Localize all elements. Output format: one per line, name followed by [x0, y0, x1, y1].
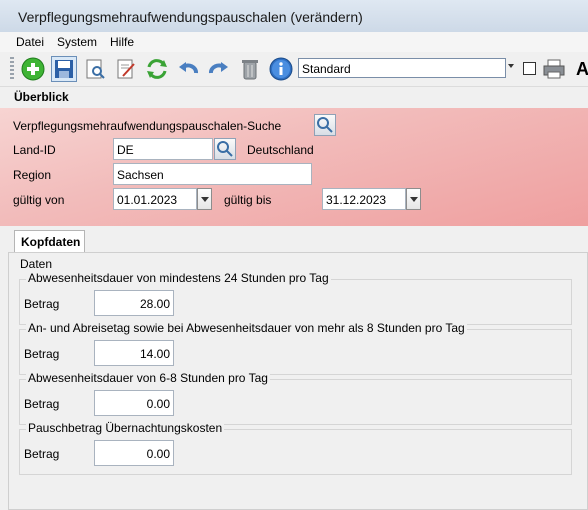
info-icon[interactable] [268, 56, 294, 82]
layout-select[interactable]: Standard [298, 58, 506, 78]
valid-from-input[interactable]: 01.01.2023 [113, 188, 197, 210]
land-id-input[interactable]: DE [113, 138, 213, 160]
group-24h-title: Abwesenheitsdauer von mindestens 24 Stun… [26, 271, 331, 285]
group-overnight-input[interactable]: 0.00 [94, 440, 174, 466]
edit-icon[interactable] [113, 56, 139, 82]
region-value: Sachsen [117, 168, 164, 182]
valid-from-label: gültig von [13, 193, 65, 207]
group-6-8h-title: Abwesenheitsdauer von 6-8 Stunden pro Ta… [26, 371, 270, 385]
region-input[interactable]: Sachsen [113, 163, 312, 185]
region-label: Region [13, 168, 52, 182]
group-24h-value: 28.00 [139, 297, 170, 311]
group-8h-title: An- und Abreisetag sowie bei Abwesenheit… [26, 321, 467, 335]
group-24h-label: Betrag [24, 297, 60, 311]
window-title: Verpflegungsmehraufwendungspauschalen (v… [18, 9, 363, 25]
tab-kopfdaten-label: Kopfdaten [21, 235, 81, 249]
search-icon [217, 141, 233, 157]
preview-icon[interactable] [82, 56, 108, 82]
land-id-label: Land-ID [13, 143, 56, 157]
menu-datei[interactable]: Datei [16, 35, 44, 49]
data-section-title: Daten [20, 257, 53, 271]
toolbar: Standard A [0, 52, 588, 87]
font-icon-letter: A [576, 59, 588, 79]
font-icon[interactable]: A [576, 59, 588, 79]
search-label: Verpflegungsmehraufwendungspauschalen-Su… [13, 119, 282, 133]
valid-to-value: 31.12.2023 [326, 193, 387, 207]
group-24h-input[interactable]: 28.00 [94, 290, 174, 316]
undo-icon[interactable] [175, 56, 201, 82]
valid-to-dropdown[interactable] [406, 188, 421, 210]
group-8h-label: Betrag [24, 347, 60, 361]
overview-title: Überblick [14, 90, 69, 104]
search-button[interactable] [314, 114, 336, 136]
kopfdaten-panel: Daten Abwesenheitsdauer von mindestens 2… [8, 252, 588, 510]
delete-icon[interactable] [237, 56, 263, 82]
group-24h: Abwesenheitsdauer von mindestens 24 Stun… [19, 271, 572, 325]
group-8h-value: 14.00 [139, 347, 170, 361]
group-overnight-value: 0.00 [146, 447, 170, 461]
group-6-8h-label: Betrag [24, 397, 60, 411]
toolbar-grip[interactable] [10, 57, 14, 81]
group-overnight-label: Betrag [24, 447, 60, 461]
menu-hilfe[interactable]: Hilfe [110, 35, 134, 49]
save-icon[interactable] [51, 56, 77, 82]
land-name: Deutschland [247, 143, 314, 157]
group-6-8h-input[interactable]: 0.00 [94, 390, 174, 416]
menu-system[interactable]: System [57, 35, 97, 49]
valid-from-dropdown[interactable] [197, 188, 212, 210]
menu-bar: Datei System Hilfe [0, 32, 588, 52]
group-6-8h-value: 0.00 [146, 397, 170, 411]
search-icon [317, 117, 333, 133]
group-8h-input[interactable]: 14.00 [94, 340, 174, 366]
valid-from-value: 01.01.2023 [117, 193, 178, 207]
search-panel: Verpflegungsmehraufwendungspauschalen-Su… [0, 108, 588, 226]
group-6-8h: Abwesenheitsdauer von 6-8 Stunden pro Ta… [19, 371, 572, 425]
valid-to-label: gültig bis [224, 193, 272, 207]
group-8h: An- und Abreisetag sowie bei Abwesenheit… [19, 321, 572, 375]
land-search-button[interactable] [214, 138, 236, 160]
title-bar: Verpflegungsmehraufwendungspauschalen (v… [0, 0, 588, 33]
tab-kopfdaten[interactable]: Kopfdaten [14, 230, 85, 253]
group-overnight-title: Pauschbetrag Übernachtungskosten [26, 421, 225, 435]
print-icon[interactable] [541, 56, 567, 82]
group-overnight: Pauschbetrag Übernachtungskosten Betrag … [19, 421, 572, 475]
redo-icon[interactable] [206, 56, 232, 82]
refresh-icon[interactable] [144, 56, 170, 82]
layout-checkbox[interactable] [523, 62, 536, 75]
layout-dropdown-icon[interactable] [508, 64, 514, 68]
add-icon[interactable] [20, 56, 46, 82]
layout-select-value: Standard [302, 62, 351, 76]
valid-to-input[interactable]: 31.12.2023 [322, 188, 406, 210]
land-id-value: DE [117, 143, 134, 157]
